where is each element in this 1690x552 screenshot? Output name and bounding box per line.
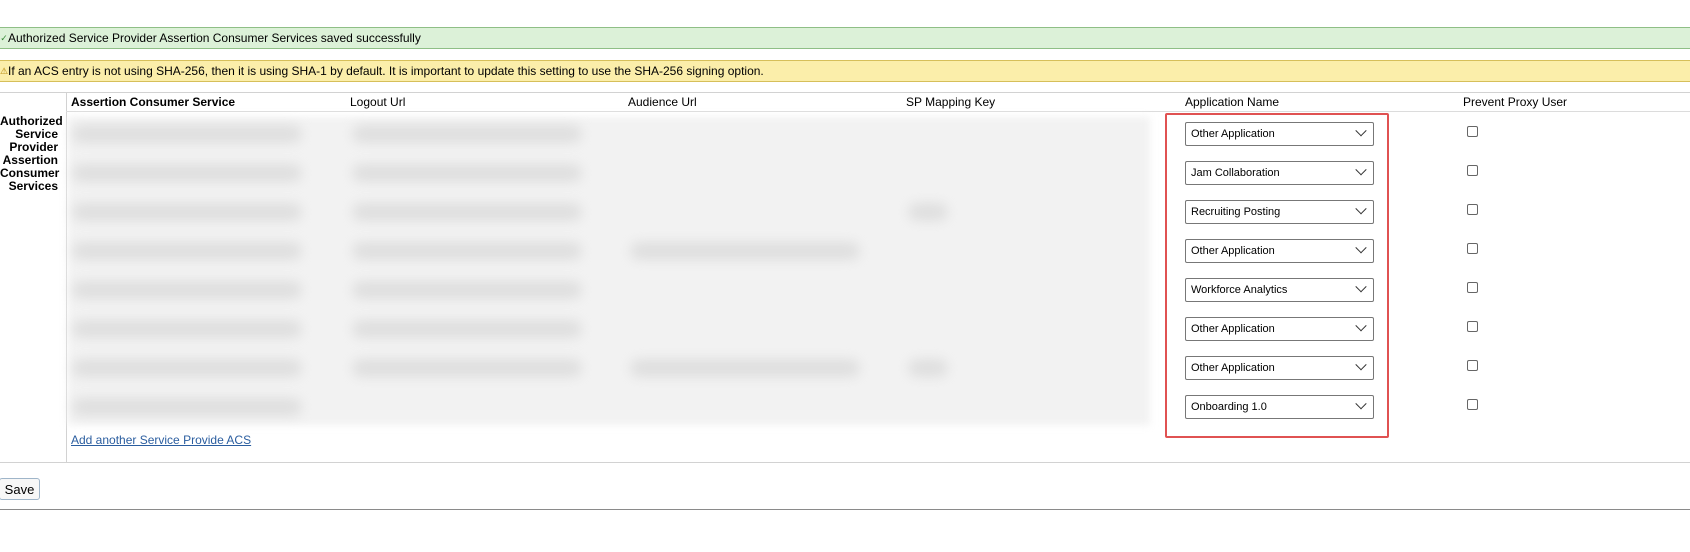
redacted-cell bbox=[72, 320, 302, 338]
application-select-value: Onboarding 1.0 bbox=[1191, 401, 1267, 413]
column-header-prevent-proxy-user: Prevent Proxy User bbox=[1463, 95, 1568, 109]
redacted-cell bbox=[630, 359, 860, 377]
save-button[interactable]: Save bbox=[0, 478, 40, 500]
column-header-acs: Assertion Consumer Service bbox=[71, 95, 236, 109]
chevron-down-icon bbox=[1355, 203, 1367, 215]
warning-text: If an ACS entry is not using SHA-256, th… bbox=[8, 64, 764, 78]
success-text: Authorized Service Provider Assertion Co… bbox=[8, 31, 421, 45]
footer-divider bbox=[0, 509, 1690, 510]
warning-message: ⚠ If an ACS entry is not using SHA-256, … bbox=[0, 60, 1690, 82]
redacted-cell bbox=[72, 359, 302, 377]
application-select-value: Jam Collaboration bbox=[1191, 167, 1280, 179]
table-left-divider bbox=[66, 92, 67, 463]
check-circle-icon: ✓ bbox=[0, 32, 8, 43]
prevent-proxy-checkbox[interactable] bbox=[1467, 399, 1478, 410]
warning-icon: ⚠ bbox=[0, 65, 9, 76]
chevron-down-icon bbox=[1355, 359, 1367, 371]
redacted-cell bbox=[72, 164, 302, 182]
redacted-cell bbox=[72, 203, 302, 221]
redacted-cell bbox=[72, 242, 302, 260]
redacted-cell bbox=[352, 320, 582, 338]
column-header-audience-url: Audience Url bbox=[628, 95, 697, 109]
section-label: Authorized Service Provider Assertion Co… bbox=[0, 115, 63, 193]
application-select[interactable]: Workforce Analytics bbox=[1185, 278, 1374, 302]
redacted-cell bbox=[352, 359, 582, 377]
chevron-down-icon bbox=[1355, 398, 1367, 410]
redacted-cell bbox=[630, 242, 860, 260]
add-acs-link[interactable]: Add another Service Provide ACS bbox=[71, 433, 251, 447]
prevent-proxy-checkbox[interactable] bbox=[1467, 282, 1478, 293]
redacted-cell bbox=[72, 281, 302, 299]
prevent-proxy-checkbox[interactable] bbox=[1467, 204, 1478, 215]
application-select-value: Other Application bbox=[1191, 323, 1275, 335]
prevent-proxy-checkbox[interactable] bbox=[1467, 165, 1478, 176]
prevent-proxy-checkbox[interactable] bbox=[1467, 126, 1478, 137]
column-header-application-name: Application Name bbox=[1185, 95, 1280, 109]
application-select[interactable]: Onboarding 1.0 bbox=[1185, 395, 1374, 419]
application-select[interactable]: Other Application bbox=[1185, 317, 1374, 341]
column-header-sp-mapping-key: SP Mapping Key bbox=[906, 95, 996, 109]
application-select-value: Other Application bbox=[1191, 128, 1275, 140]
prevent-proxy-checkbox[interactable] bbox=[1467, 243, 1478, 254]
prevent-proxy-checkbox[interactable] bbox=[1467, 360, 1478, 371]
application-select[interactable]: Jam Collaboration bbox=[1185, 161, 1374, 185]
application-select-value: Other Application bbox=[1191, 362, 1275, 374]
application-select[interactable]: Other Application bbox=[1185, 356, 1374, 380]
redacted-cell bbox=[908, 359, 948, 377]
chevron-down-icon bbox=[1355, 320, 1367, 332]
table-header-divider bbox=[66, 111, 1690, 112]
chevron-down-icon bbox=[1355, 164, 1367, 176]
redacted-cell bbox=[72, 398, 302, 416]
application-select-value: Recruiting Posting bbox=[1191, 206, 1281, 218]
chevron-down-icon bbox=[1355, 242, 1367, 254]
success-message: ✓ Authorized Service Provider Assertion … bbox=[0, 27, 1690, 49]
application-select[interactable]: Recruiting Posting bbox=[1185, 200, 1374, 224]
chevron-down-icon bbox=[1355, 281, 1367, 293]
column-header-logout-url: Logout Url bbox=[350, 95, 406, 109]
prevent-proxy-checkbox[interactable] bbox=[1467, 321, 1478, 332]
redacted-cell bbox=[72, 125, 302, 143]
section-label-line: Services bbox=[8, 179, 58, 193]
redacted-cell bbox=[352, 125, 582, 143]
application-select[interactable]: Other Application bbox=[1185, 239, 1374, 263]
redacted-cell bbox=[352, 281, 582, 299]
redacted-cell bbox=[352, 164, 582, 182]
redacted-cell bbox=[352, 242, 582, 260]
application-select-value: Other Application bbox=[1191, 245, 1275, 257]
application-select-value: Workforce Analytics bbox=[1191, 284, 1288, 296]
redacted-cell bbox=[352, 203, 582, 221]
redacted-cell bbox=[908, 203, 948, 221]
application-select[interactable]: Other Application bbox=[1185, 122, 1374, 146]
chevron-down-icon bbox=[1355, 125, 1367, 137]
